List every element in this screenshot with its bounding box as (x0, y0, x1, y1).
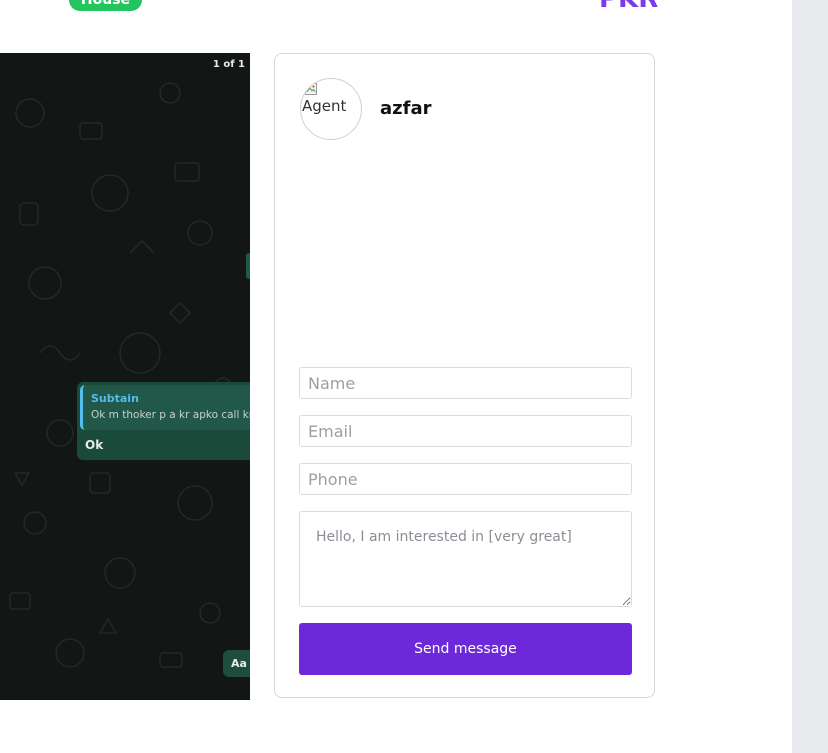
agent-avatar: Agent (300, 78, 362, 140)
agent-name: azfar (380, 98, 432, 119)
chat-reply-bubble: Subtain Ok m thoker p a kr apko call krt… (77, 382, 250, 460)
avatar-alt-text: Agent (302, 97, 347, 115)
message-textarea[interactable] (299, 511, 632, 607)
price-currency: PKR (599, 0, 659, 12)
send-message-button[interactable]: Send message (299, 623, 632, 675)
name-input[interactable] (299, 367, 632, 399)
quoted-message: Subtain Ok m thoker p a kr apko call krt… (80, 385, 250, 430)
agent-contact-card: Agent azfar Send message (274, 53, 655, 698)
reply-text: Ok (85, 438, 104, 452)
chat-wallpaper-pattern (9, 82, 232, 668)
property-type-badge: House (69, 0, 142, 11)
chat-bottom-bubble: Aa b (223, 650, 250, 677)
page-scroll-gutter (792, 0, 828, 753)
email-input[interactable] (299, 415, 632, 447)
quoted-sender: Subtain (91, 392, 139, 405)
gallery-page-counter: 1 of 1 (212, 59, 245, 70)
quoted-text: Ok m thoker p a kr apko call krta (91, 409, 250, 421)
property-type-label: House (80, 0, 131, 8)
phone-input[interactable] (299, 463, 632, 495)
chat-bubble-edge (246, 253, 250, 279)
broken-image-icon (305, 83, 317, 95)
listing-gallery-image[interactable]: 1 of 1 Subtain Ok m thoker p a kr apko c… (0, 53, 250, 700)
